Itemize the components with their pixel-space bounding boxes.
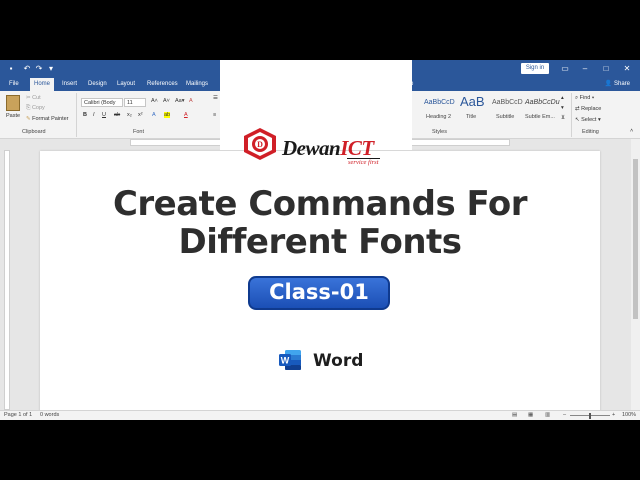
shrink-font-icon[interactable]: A˅: [163, 98, 170, 104]
bold-icon[interactable]: B: [83, 112, 87, 118]
headline-line-1: Create Commands For: [112, 184, 528, 224]
logo-tagline: service first: [347, 158, 380, 166]
paste-button[interactable]: Paste: [6, 113, 20, 119]
headline-line-2: Different Fonts: [178, 222, 462, 262]
clipboard-group-label: Clipboard: [22, 129, 46, 135]
change-case-icon[interactable]: Aa▾: [175, 98, 185, 104]
style-preview[interactable]: AaBbCcD: [492, 99, 523, 106]
style-preview[interactable]: AaBbCcDu: [525, 99, 560, 106]
cut-button[interactable]: ✂ Cut: [26, 95, 41, 101]
select-button[interactable]: ↖ Select ▾: [575, 117, 601, 123]
replace-button[interactable]: ⇄ Replace: [575, 106, 601, 112]
find-label: Find: [579, 95, 591, 101]
share-label: Share: [613, 81, 630, 87]
highlight-icon[interactable]: ab: [164, 112, 171, 118]
zoom-level[interactable]: 100%: [622, 411, 636, 420]
format-painter-label: Format Painter: [32, 116, 69, 122]
clear-formatting-icon[interactable]: A: [189, 98, 193, 104]
video-frame: ▪ ↶ ↷ ▾ Sign in ▭ – □ ✕ File Home Insert…: [0, 0, 640, 480]
font-group-label: Font: [133, 129, 145, 135]
zoom-out-icon[interactable]: –: [563, 411, 566, 420]
font-name-select[interactable]: Calibri (Body: [81, 98, 123, 107]
tab-layout[interactable]: Layout: [113, 78, 139, 91]
microsoft-word-icon: W: [279, 350, 301, 370]
align-left-icon[interactable]: ≡: [213, 112, 216, 118]
tab-insert[interactable]: Insert: [58, 78, 81, 91]
read-mode-icon[interactable]: ▤: [512, 411, 517, 420]
select-label: Select: [581, 117, 597, 123]
find-button[interactable]: ⌕ Find ▾: [575, 95, 594, 102]
copy-button[interactable]: ⎘ Copy: [26, 105, 45, 112]
tab-design[interactable]: Design: [84, 78, 111, 91]
svg-text:W: W: [281, 356, 290, 366]
tab-references[interactable]: References: [143, 78, 182, 91]
tab-file[interactable]: File: [5, 78, 23, 91]
svg-text:D: D: [257, 140, 263, 149]
dewan-ict-logo-icon: D: [244, 128, 276, 160]
tab-home[interactable]: Home: [30, 78, 55, 91]
styles-scroll-up-icon[interactable]: ▴: [561, 95, 564, 101]
grow-font-icon[interactable]: A˄: [151, 98, 158, 104]
subscript-icon[interactable]: x₂: [127, 112, 132, 118]
quick-access-dropdown-icon[interactable]: ▾: [46, 64, 56, 74]
minimize-icon[interactable]: –: [580, 64, 590, 74]
format-painter-button[interactable]: ✎ Format Painter: [26, 116, 69, 122]
style-preview[interactable]: AaB: [460, 94, 485, 109]
video-headline: Create Commands For Different Fonts: [40, 185, 600, 261]
person-icon: 👤: [604, 81, 614, 87]
zoom-in-icon[interactable]: +: [612, 411, 615, 420]
style-name: Heading 2: [426, 114, 452, 120]
font-size-select[interactable]: 11: [124, 98, 146, 107]
paste-icon[interactable]: [6, 95, 20, 111]
styles-scroll-down-icon[interactable]: ▾: [561, 105, 564, 111]
scrollbar-thumb[interactable]: [633, 159, 638, 319]
close-icon[interactable]: ✕: [622, 64, 632, 74]
separator: [571, 93, 572, 137]
font-color-icon[interactable]: A: [184, 112, 188, 118]
redo-icon[interactable]: ↷: [34, 64, 44, 74]
chevron-down-icon: ▾: [596, 117, 601, 123]
logo-main-text: Dewan: [282, 136, 341, 160]
styles-more-icon[interactable]: ⊻: [561, 115, 565, 121]
separator: [76, 93, 77, 137]
text-effects-icon[interactable]: A: [152, 112, 156, 118]
word-count[interactable]: 0 words: [40, 411, 59, 420]
style-name: Subtitle: [496, 114, 515, 120]
vertical-ruler[interactable]: [4, 150, 10, 410]
page-count[interactable]: Page 1 of 1: [4, 411, 32, 420]
print-layout-icon[interactable]: ▦: [528, 411, 533, 420]
bullets-icon[interactable]: ☰: [213, 95, 218, 101]
class-badge: Class-01: [248, 276, 390, 310]
superscript-icon[interactable]: x²: [138, 112, 143, 118]
web-layout-icon[interactable]: ▥: [545, 411, 550, 420]
ribbon-display-options-icon[interactable]: ▭: [560, 64, 570, 74]
status-bar: Page 1 of 1 0 words ▤ ▦ ▥ – + 100%: [0, 410, 640, 420]
copy-label: Copy: [31, 105, 45, 111]
replace-label: Replace: [581, 106, 602, 112]
editing-group-label: Editing: [582, 129, 599, 135]
chevron-down-icon: ▾: [590, 95, 595, 101]
zoom-slider-thumb[interactable]: [589, 413, 591, 419]
undo-icon[interactable]: ↶: [22, 64, 32, 74]
style-preview[interactable]: AaBbCcD: [424, 99, 455, 106]
styles-group-label: Styles: [432, 129, 447, 135]
collapse-ribbon-icon[interactable]: ˄: [630, 128, 633, 134]
strikethrough-icon[interactable]: ab: [114, 112, 120, 118]
tab-mailings[interactable]: Mailings: [182, 78, 212, 91]
save-icon[interactable]: ▪: [6, 64, 16, 74]
underline-icon[interactable]: U: [102, 112, 106, 118]
logo-ict-text: ICT: [340, 136, 374, 160]
word-app-label: Word: [313, 351, 364, 371]
style-name: Subtle Em...: [525, 114, 555, 120]
cut-label: Cut: [32, 95, 41, 101]
vertical-scrollbar[interactable]: [631, 139, 640, 411]
italic-icon[interactable]: I: [93, 112, 95, 118]
maximize-icon[interactable]: □: [601, 64, 611, 74]
share-button[interactable]: 👤 Share: [605, 78, 630, 91]
style-name: Title: [466, 114, 477, 120]
sign-in-button[interactable]: Sign in: [521, 63, 549, 74]
